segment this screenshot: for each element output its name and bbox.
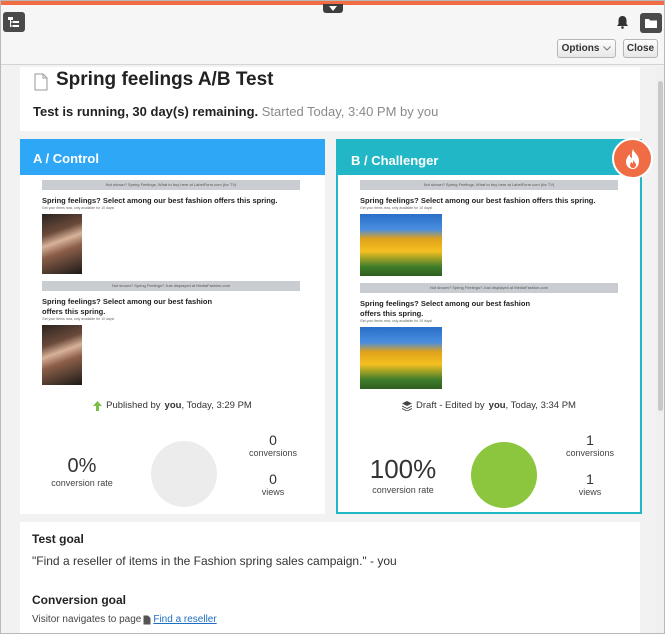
conversion-rate: 0% conversion rate <box>27 455 137 488</box>
tree-toggle-button[interactable] <box>3 12 25 32</box>
test-status-bold: Test is running, 30 day(s) remaining. <box>33 104 259 119</box>
email-heading: Spring feelings? Select among our best f… <box>360 299 620 319</box>
vertical-scrollbar[interactable] <box>656 67 664 633</box>
conversions-stat: 0 conversions <box>238 432 308 458</box>
scrollbar-thumb[interactable] <box>658 81 663 411</box>
conversion-goal-link[interactable]: Find a reseller <box>153 614 216 625</box>
collapse-arrow-icon <box>329 6 337 11</box>
email-image <box>42 214 82 274</box>
test-status-started: Started Today, 3:40 PM by you <box>261 104 439 119</box>
test-header-panel: Spring feelings A/B Test Test is running… <box>20 67 640 131</box>
variant-status: Published by you, Today, 3:29 PM <box>20 400 325 411</box>
email-preview[interactable]: Not shown? Spring Feelings, What to buy … <box>360 180 620 276</box>
conversion-goal-text: Visitor navigates to page Find a reselle… <box>32 614 217 625</box>
email-image <box>360 214 442 276</box>
views-value: 1 <box>586 471 594 487</box>
email-preview[interactable]: Not shown? Spring Feelings, What to buy … <box>42 180 302 274</box>
conversion-rate-value: 0% <box>67 455 97 477</box>
test-goal-text: "Find a reseller of items in the Fashion… <box>32 554 397 568</box>
page-icon <box>143 615 151 624</box>
email-preheader: Not shown? Spring Feelings? Just display… <box>360 283 618 293</box>
variant-card-challenger[interactable]: B / Challenger Not shown? Spring Feeling… <box>336 139 642 514</box>
conversion-pie <box>471 442 537 508</box>
status-time: , Today, 3:34 PM <box>505 400 576 411</box>
conversions-value: 1 <box>586 432 594 448</box>
winner-badge <box>612 138 653 179</box>
goals-panel: Test goal "Find a reseller of items in t… <box>20 522 640 633</box>
conversion-rate-label: conversion rate <box>372 485 434 495</box>
email-heading-line1: Spring feelings? Select among our best f… <box>360 299 531 308</box>
options-label: Options <box>561 43 600 54</box>
email-image <box>360 327 442 389</box>
arrow-up-icon <box>93 400 103 411</box>
views-stat: 1 views <box>555 471 625 497</box>
stack-icon <box>402 400 413 411</box>
email-subtext: Get your items now, only available for 1… <box>42 317 115 321</box>
collapse-header-button[interactable] <box>323 4 343 13</box>
ab-test-window: Options Close Spring feelings A/B Test T… <box>0 0 665 634</box>
email-heading: Spring feelings? Select among our best f… <box>42 196 278 205</box>
conversion-rate-label: conversion rate <box>51 478 113 488</box>
folder-icon <box>645 18 657 28</box>
conversion-goal-heading: Conversion goal <box>32 593 127 607</box>
conversions-label: conversions <box>248 448 298 458</box>
status-user: you <box>488 400 506 411</box>
status-prefix: Published by <box>106 400 161 411</box>
email-heading: Spring feelings? Select among our best f… <box>360 196 596 205</box>
status-time: , Today, 3:29 PM <box>181 400 252 411</box>
tree-icon <box>8 17 19 27</box>
document-icon <box>34 73 48 91</box>
bell-icon <box>616 16 628 29</box>
conversions-stat: 1 conversions <box>555 432 625 458</box>
status-user: you <box>164 400 182 411</box>
views-label: views <box>578 487 602 497</box>
views-label: views <box>261 487 285 497</box>
conversion-pie <box>151 441 217 507</box>
variant-status: Draft - Edited by you, Today, 3:34 PM <box>338 400 640 411</box>
library-button[interactable] <box>640 13 662 33</box>
conversion-goal-prefix: Visitor navigates to page <box>32 614 142 625</box>
email-heading-line1: Spring feelings? Select among our best f… <box>42 297 213 306</box>
close-label: Close <box>626 43 655 54</box>
email-preview-2[interactable]: Not shown? Spring Feelings? Just display… <box>360 283 620 389</box>
email-preheader: Not shown? Spring Feelings, What to buy … <box>42 180 300 190</box>
email-heading-line2: offers this spring. <box>42 307 106 316</box>
email-image <box>42 325 82 385</box>
email-subtext: Get your items now, only available for 1… <box>360 319 433 323</box>
views-value: 0 <box>269 471 277 487</box>
variant-title: B / Challenger <box>336 139 642 175</box>
status-prefix: Draft - Edited by <box>416 400 485 411</box>
email-preview-2[interactable]: Not shown? Spring Feelings? Just display… <box>42 281 302 385</box>
email-heading: Spring feelings? Select among our best f… <box>42 297 302 317</box>
email-subtext: Get your items now, only available for 1… <box>42 206 115 210</box>
notifications-button[interactable] <box>614 14 630 30</box>
conversions-label: conversions <box>565 448 615 458</box>
page-title: Spring feelings A/B Test <box>56 69 274 90</box>
email-preheader: Not shown? Spring Feelings? Just display… <box>42 281 300 291</box>
variant-card-control[interactable]: A / Control Not shown? Spring Feelings, … <box>20 139 325 514</box>
conversion-rate-value: 100% <box>369 454 437 484</box>
views-stat: 0 views <box>238 471 308 497</box>
conversion-rate: 100% conversion rate <box>348 454 458 495</box>
chevron-down-icon <box>603 46 612 51</box>
variant-title: A / Control <box>20 139 325 175</box>
test-goal-heading: Test goal <box>32 532 84 546</box>
options-button[interactable]: Options <box>557 39 616 58</box>
fire-icon <box>625 148 639 169</box>
email-subtext: Get your items now, only available for 1… <box>360 206 433 210</box>
email-preheader: Not shown? Spring Feelings, What to buy … <box>360 180 618 190</box>
top-toolbar: Options Close <box>1 4 664 65</box>
close-button[interactable]: Close <box>623 39 658 58</box>
email-heading-line2: offers this spring. <box>360 309 424 318</box>
conversions-value: 0 <box>269 432 277 448</box>
test-status: Test is running, 30 day(s) remaining. St… <box>33 104 438 119</box>
